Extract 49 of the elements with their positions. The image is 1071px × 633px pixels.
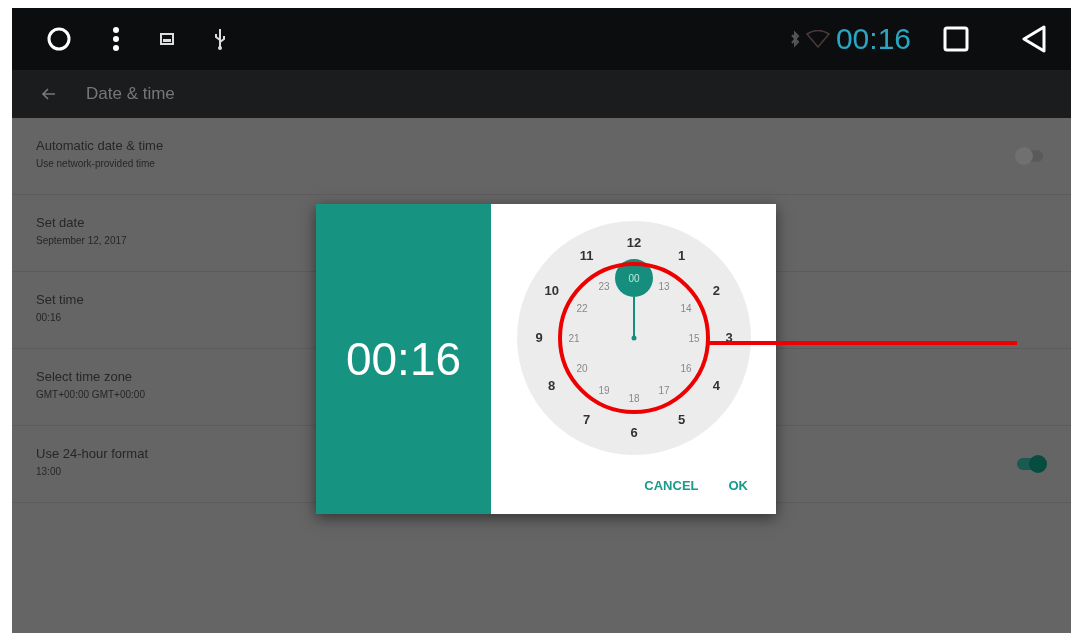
dialog-button[interactable]: CANCEL — [638, 474, 705, 497]
setting-title[interactable]: Select time zone — [36, 368, 145, 384]
clock-number[interactable]: 00 — [627, 273, 640, 284]
clock-number[interactable]: 8 — [547, 377, 555, 393]
back-triangle-icon[interactable] — [1021, 25, 1047, 53]
clock-number[interactable]: 21 — [567, 333, 580, 344]
setting-summary: 00:16 — [36, 311, 63, 323]
setting-title[interactable]: Automatic date & time — [36, 137, 164, 153]
clock-number[interactable]: 7 — [582, 412, 590, 428]
bluetooth-icon — [789, 30, 800, 48]
clock-number[interactable]: 6 — [629, 425, 638, 440]
recents-square-icon[interactable] — [943, 26, 969, 52]
clock-number[interactable]: 12 — [626, 235, 641, 250]
setting-title[interactable]: Set date — [36, 214, 127, 230]
usb-icon — [214, 28, 226, 50]
clock-number[interactable]: 17 — [657, 384, 670, 396]
clock-number[interactable]: 9 — [534, 330, 543, 345]
clock-number[interactable]: 11 — [579, 247, 593, 263]
clock-number[interactable]: 14 — [679, 303, 691, 314]
screen-title: Date & time — [86, 84, 175, 104]
wifi-icon — [805, 30, 830, 48]
setting-title[interactable]: Use 24-hour format — [36, 445, 148, 461]
clock-number[interactable]: 18 — [627, 393, 640, 404]
clock-number[interactable]: 4 — [712, 377, 720, 393]
back-arrow-icon[interactable] — [42, 88, 56, 100]
clock-number[interactable]: 5 — [677, 412, 685, 428]
clock-number[interactable]: 20 — [576, 363, 588, 374]
status-time: 00:16 — [835, 22, 911, 56]
image-icon — [160, 33, 174, 45]
setting-summary: September 12, 2017 — [36, 234, 127, 246]
dialog-button[interactable]: OK — [722, 474, 754, 497]
selected-time[interactable]: 00:16 — [345, 332, 462, 386]
clock-number[interactable]: 19 — [597, 384, 610, 396]
clock-number[interactable]: 16 — [679, 363, 691, 374]
clock-number[interactable]: 23 — [597, 281, 610, 293]
clock-number[interactable]: 22 — [576, 303, 588, 314]
selection-knob[interactable] — [614, 259, 653, 297]
setting-summary: GMT+00:00 GMT+00:00 — [36, 388, 145, 400]
setting-summary: Use network-provided time — [36, 157, 156, 169]
clock-number[interactable]: 13 — [657, 281, 670, 293]
menu-icon[interactable] — [112, 26, 120, 52]
clock-number[interactable]: 10 — [544, 282, 559, 298]
clock-number[interactable]: 15 — [687, 333, 700, 344]
setting-title[interactable]: Set time — [36, 291, 84, 307]
clock-hand — [631, 296, 636, 341]
clock-number[interactable]: 1 — [677, 247, 685, 263]
setting-summary: 13:00 — [36, 465, 63, 477]
clock-number[interactable]: 2 — [712, 282, 720, 298]
home-circle-icon[interactable] — [46, 26, 72, 52]
